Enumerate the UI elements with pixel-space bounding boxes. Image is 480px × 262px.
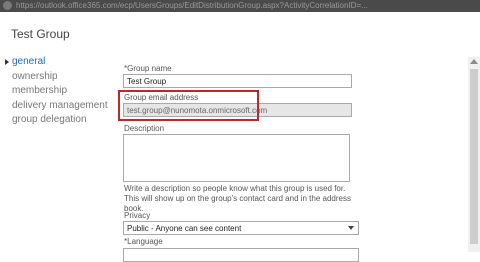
group-name-label: *Group name — [124, 64, 172, 73]
nav-item-group-delegation[interactable]: group delegation — [5, 113, 108, 128]
chevron-down-icon — [348, 226, 354, 230]
browser-address-bar[interactable]: https://outlook.office365.com/ecp/UsersG… — [0, 0, 480, 12]
nav-item-label: general — [12, 56, 46, 67]
privacy-select-value: Public - Anyone can see content — [127, 224, 242, 233]
nav-item-general[interactable]: general — [5, 55, 108, 70]
nav-item-label: group delegation — [12, 114, 87, 126]
nav-item-membership[interactable]: membership — [5, 84, 108, 99]
browser-url[interactable]: https://outlook.office365.com/ecp/UsersG… — [16, 0, 368, 11]
language-label: *Language — [124, 237, 163, 246]
caret-right-icon — [5, 59, 9, 65]
vertical-scrollbar[interactable] — [468, 57, 480, 252]
nav-item-label: delivery management — [12, 99, 108, 111]
highlight-box — [118, 90, 259, 121]
page-title: Test Group — [11, 27, 70, 41]
browser-lock-icon — [3, 1, 12, 10]
scrollbar-thumb[interactable] — [470, 69, 478, 244]
language-select[interactable] — [123, 248, 359, 262]
nav-item-delivery-management[interactable]: delivery management — [5, 99, 108, 114]
description-label: Description — [124, 124, 165, 133]
nav-item-label: ownership — [12, 70, 58, 82]
description-textarea[interactable] — [123, 134, 350, 182]
privacy-select[interactable]: Public - Anyone can see content — [123, 221, 359, 235]
description-help-text: Write a description so people know what … — [124, 184, 351, 213]
section-nav: general ownership membership delivery ma… — [5, 55, 108, 128]
nav-item-ownership[interactable]: ownership — [5, 70, 108, 85]
scroll-up-arrow-icon[interactable] — [470, 59, 478, 64]
nav-item-label: membership — [12, 85, 68, 97]
privacy-label: Privacy — [124, 211, 151, 220]
group-name-input[interactable]: Test Group — [123, 74, 352, 88]
